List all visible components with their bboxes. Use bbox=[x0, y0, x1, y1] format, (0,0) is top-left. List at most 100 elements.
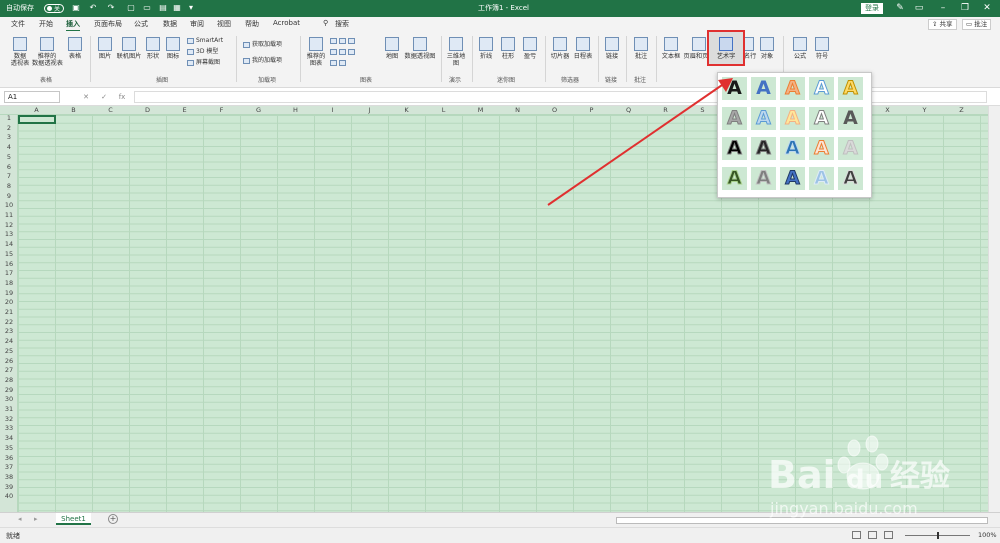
normal-view-icon[interactable] bbox=[852, 531, 861, 539]
screenshot-icon[interactable]: ▦ bbox=[172, 3, 182, 13]
wordart-style-option[interactable]: A bbox=[838, 137, 863, 160]
row-header[interactable]: 25 bbox=[0, 347, 18, 356]
pen-icon[interactable]: ✎ bbox=[893, 2, 907, 15]
column-header[interactable]: Z bbox=[943, 106, 980, 115]
wordart-style-option[interactable]: A bbox=[809, 167, 834, 190]
row-header[interactable]: 19 bbox=[0, 289, 18, 298]
row-header[interactable]: 37 bbox=[0, 463, 18, 472]
new-file-icon[interactable]: ▢ bbox=[126, 3, 136, 13]
row-header[interactable]: 13 bbox=[0, 231, 18, 239]
next-sheet-icon[interactable]: ▸ bbox=[34, 515, 38, 523]
wordart-style-option[interactable]: A bbox=[722, 77, 747, 100]
column-header[interactable]: D bbox=[129, 106, 166, 115]
pivot-table-button[interactable]: 数据 透视表 bbox=[9, 37, 31, 67]
sparkline-line-button[interactable]: 折线 bbox=[476, 37, 496, 60]
wordart-style-option[interactable]: A bbox=[722, 107, 747, 130]
row-header[interactable]: 5 bbox=[0, 153, 18, 162]
row-header[interactable]: 7 bbox=[0, 172, 18, 181]
row-header[interactable]: 18 bbox=[0, 279, 18, 288]
recommended-pivot-button[interactable]: 推荐的 数据透视表 bbox=[32, 37, 63, 67]
search-label[interactable]: 搜索 bbox=[335, 19, 349, 29]
tab-review[interactable]: 审阅 bbox=[190, 19, 204, 29]
column-chart-icon[interactable] bbox=[330, 37, 357, 44]
column-header[interactable]: S bbox=[684, 106, 721, 115]
prev-sheet-icon[interactable]: ◂ bbox=[18, 515, 22, 523]
zoom-slider[interactable] bbox=[905, 532, 970, 539]
wordart-button[interactable]: 艺术字 bbox=[715, 37, 737, 60]
column-header[interactable]: O bbox=[536, 106, 573, 115]
row-header[interactable]: 29 bbox=[0, 386, 18, 395]
tab-file[interactable]: 文件 bbox=[11, 19, 25, 29]
tab-help[interactable]: 帮助 bbox=[245, 19, 259, 29]
column-header[interactable]: L bbox=[425, 106, 462, 115]
symbol-button[interactable]: 符号 bbox=[812, 37, 832, 60]
column-header[interactable]: K bbox=[388, 106, 425, 115]
redo-icon[interactable]: ↷ bbox=[106, 3, 116, 13]
wordart-style-option[interactable]: A bbox=[838, 77, 863, 100]
row-header[interactable]: 9 bbox=[0, 192, 18, 201]
search-icon[interactable]: ⚲ bbox=[323, 19, 328, 27]
share-button[interactable]: ⇪ 共享 bbox=[928, 19, 957, 30]
row-header[interactable]: 10 bbox=[0, 202, 18, 210]
pivot-chart-button[interactable]: 数据透视图 bbox=[404, 37, 436, 60]
screenshot-button[interactable]: 屏幕截图 bbox=[187, 59, 220, 66]
column-header[interactable]: Y bbox=[906, 106, 943, 115]
wordart-style-option[interactable]: A bbox=[751, 107, 776, 130]
wordart-style-option[interactable]: A bbox=[780, 137, 805, 160]
row-header[interactable]: 23 bbox=[0, 328, 18, 336]
column-header[interactable]: G bbox=[240, 106, 277, 115]
column-header[interactable]: Q bbox=[610, 106, 647, 115]
row-header[interactable]: 40 bbox=[0, 493, 18, 501]
save-icon[interactable]: ▣ bbox=[71, 3, 81, 13]
column-header[interactable]: H bbox=[277, 106, 314, 115]
wordart-style-option[interactable]: A bbox=[838, 167, 863, 190]
wordart-style-option[interactable]: A bbox=[780, 77, 805, 100]
ribbon-display-icon[interactable]: ▭ bbox=[912, 2, 926, 15]
wordart-style-option[interactable]: A bbox=[809, 137, 834, 160]
equation-button[interactable]: 公式 bbox=[790, 37, 810, 60]
add-sheet-icon[interactable]: + bbox=[108, 514, 118, 524]
wordart-style-option[interactable]: A bbox=[780, 167, 805, 190]
wordart-style-option[interactable]: A bbox=[809, 107, 834, 130]
tab-data[interactable]: 数据 bbox=[163, 19, 177, 29]
cancel-icon[interactable]: ✕ bbox=[80, 92, 92, 102]
minimize-icon[interactable]: – bbox=[936, 2, 950, 15]
wordart-style-option[interactable]: A bbox=[751, 137, 776, 160]
row-header[interactable]: 24 bbox=[0, 337, 18, 346]
sparkline-column-button[interactable]: 柱形 bbox=[498, 37, 518, 60]
row-header[interactable]: 17 bbox=[0, 269, 18, 278]
comment-insert-button[interactable]: 批注 bbox=[631, 37, 651, 60]
tab-formulas[interactable]: 公式 bbox=[134, 19, 148, 29]
login-button[interactable]: 登录 bbox=[861, 3, 883, 14]
wordart-style-option[interactable]: A bbox=[809, 77, 834, 100]
name-box[interactable]: A1 bbox=[4, 91, 60, 103]
wordart-style-option[interactable]: A bbox=[838, 107, 863, 130]
tab-page-layout[interactable]: 页面布局 bbox=[94, 19, 122, 29]
column-header[interactable]: B bbox=[55, 106, 92, 115]
row-header[interactable]: 36 bbox=[0, 454, 18, 463]
row-header[interactable]: 20 bbox=[0, 299, 18, 307]
table-button[interactable]: 表格 bbox=[65, 37, 85, 60]
autosave-toggle[interactable]: 关 bbox=[44, 4, 64, 13]
column-header[interactable]: F bbox=[203, 106, 240, 115]
row-header[interactable]: 3 bbox=[0, 134, 18, 142]
tab-acrobat[interactable]: Acrobat bbox=[273, 19, 300, 27]
row-header[interactable]: 6 bbox=[0, 163, 18, 172]
wordart-style-option[interactable]: A bbox=[751, 167, 776, 190]
column-header[interactable]: P bbox=[573, 106, 610, 115]
zoom-level[interactable]: 100% bbox=[978, 531, 997, 539]
selected-cell[interactable] bbox=[18, 115, 56, 124]
column-header[interactable]: C bbox=[92, 106, 129, 115]
row-header[interactable]: 35 bbox=[0, 444, 18, 453]
column-header[interactable]: I bbox=[314, 106, 351, 115]
restore-icon[interactable]: ❐ bbox=[958, 2, 972, 15]
row-header[interactable]: 26 bbox=[0, 357, 18, 366]
comment-button[interactable]: ▭ 批注 bbox=[962, 19, 992, 30]
link-button[interactable]: 链接 bbox=[602, 37, 622, 60]
smartart-button[interactable]: SmartArt bbox=[187, 37, 223, 44]
wordart-style-option[interactable]: A bbox=[722, 137, 747, 160]
get-addins-button[interactable]: 获取加载项 bbox=[243, 41, 282, 48]
column-header[interactable]: X bbox=[869, 106, 906, 115]
row-header[interactable]: 30 bbox=[0, 396, 18, 404]
column-header[interactable]: A bbox=[18, 106, 55, 115]
